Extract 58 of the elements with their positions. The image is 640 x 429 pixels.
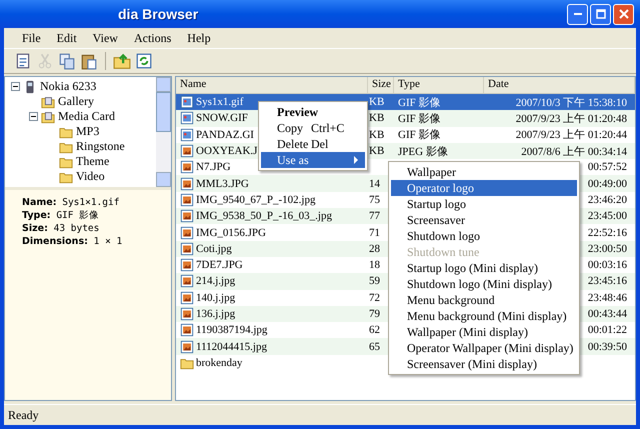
- file-name: 140.j.jpg: [196, 292, 236, 304]
- file-date: 23:45:00: [588, 210, 627, 222]
- file-date: 23:46:20: [588, 194, 627, 206]
- file-name: brokenday: [196, 356, 242, 369]
- file-name: 136.j.jpg: [196, 308, 236, 320]
- file-size: KB: [369, 96, 384, 108]
- file-name: 1112044415.jpg: [196, 340, 267, 353]
- file-name: 7DE7.JPG: [196, 259, 243, 272]
- file-name: OOXYEAK.J: [196, 145, 258, 158]
- file-date: 2007/8/6 上午 00:34:14: [521, 144, 627, 159]
- file-date: 00:39:50: [588, 340, 627, 353]
- file-type: GIF 影像: [398, 112, 440, 126]
- file-name: IMG_9538_50_P_-16_03_.jpg: [196, 210, 332, 222]
- window-title: dia Browser: [118, 6, 200, 22]
- file-type: JPEG 影像: [398, 144, 448, 159]
- detail-line: Name: Sys1×1.gif: [22, 196, 120, 209]
- file-size: 77: [369, 210, 380, 222]
- file-date: 2007/9/23 上午 01:20:48: [516, 112, 627, 126]
- file-name: PANDAZ.GI: [196, 128, 254, 141]
- file-date: 00:01:22: [588, 324, 627, 336]
- file-size: 72: [369, 292, 380, 304]
- file-size: 79: [369, 308, 380, 320]
- detail-line: Size: 43 bytes: [22, 222, 100, 235]
- file-date: 23:45:16: [588, 275, 627, 288]
- file-date: 00:49:00: [588, 178, 627, 190]
- file-type: GIF 影像: [398, 128, 440, 142]
- file-name: MML3.JPG: [196, 178, 249, 190]
- detail-line: Dimensions: 1 × 1: [22, 235, 124, 248]
- file-size: 14: [369, 178, 380, 190]
- file-size: KB: [369, 112, 384, 124]
- file-date: 00:43:44: [588, 308, 627, 320]
- file-size: KB: [369, 145, 384, 158]
- file-type: GIF 影像: [398, 96, 440, 110]
- file-size: 18: [369, 259, 380, 272]
- file-date: 23:00:50: [588, 242, 627, 255]
- file-size: 28: [369, 242, 380, 255]
- file-size: 75: [369, 194, 380, 206]
- file-name: N7.JPG: [196, 161, 231, 174]
- file-size: KB: [369, 128, 384, 141]
- file-size: 59: [369, 275, 380, 288]
- status-text: Ready: [4, 404, 636, 425]
- file-name: Coti.jpg: [196, 242, 232, 255]
- file-name: IMG_0156.JPG: [196, 226, 266, 239]
- file-date: 22:52:16: [588, 226, 627, 239]
- file-date: 2007/9/23 上午 01:20:44: [516, 128, 627, 142]
- file-date: 00:57:52: [588, 161, 627, 174]
- file-size: 62: [369, 324, 380, 336]
- file-size: 71: [369, 226, 380, 239]
- file-size: 65: [369, 340, 380, 353]
- file-date: 23:48:46: [588, 292, 627, 304]
- file-date: 00:03:16: [588, 259, 627, 272]
- file-name: 1190387194.jpg: [196, 324, 268, 336]
- file-name: Sys1x1.gif: [196, 96, 244, 108]
- file-name: SNOW.GIF: [196, 112, 248, 124]
- detail-line: Type: GIF 影像: [22, 209, 100, 222]
- file-name: 214.j.jpg: [196, 275, 236, 288]
- file-name: IMG_9540_67_P_-102.jpg: [196, 194, 316, 206]
- file-date: 2007/10/3 下午 15:38:10: [516, 96, 627, 110]
